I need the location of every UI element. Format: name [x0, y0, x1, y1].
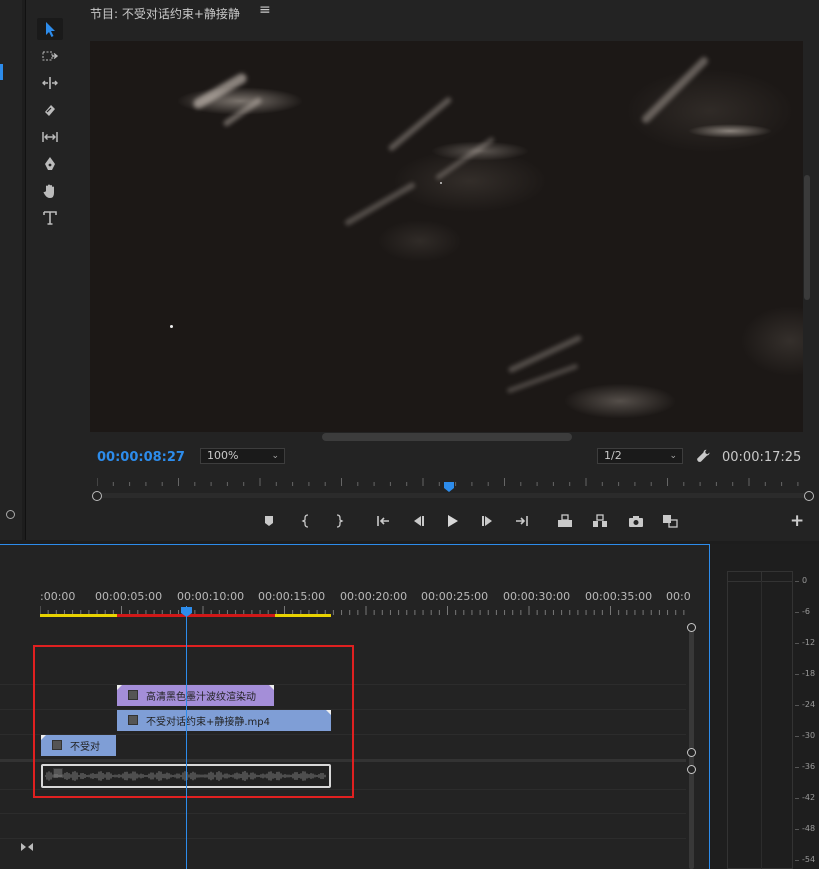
mark-in-button[interactable] — [297, 512, 315, 530]
rendered-segment — [40, 614, 117, 617]
comparison-view-button[interactable] — [661, 512, 679, 530]
mark-out-button[interactable] — [330, 512, 348, 530]
settings-wrench-icon[interactable] — [695, 448, 713, 466]
ruler-label: 00:00:35:00 — [585, 590, 653, 603]
button-editor-add-button[interactable]: + — [790, 511, 804, 531]
export-frame-button[interactable] — [627, 512, 645, 530]
track-select-tool[interactable] — [37, 45, 63, 67]
ruler-label: 00:00:25:00 — [421, 590, 489, 603]
video-preview[interactable] — [90, 41, 803, 432]
monitor-vertical-scrollbar[interactable] — [804, 175, 810, 300]
panel-scroll-handle[interactable] — [6, 510, 15, 519]
mark-out-icon — [336, 514, 344, 528]
hand-icon — [43, 184, 54, 198]
razor-tool[interactable] — [37, 99, 63, 121]
marker-icon — [265, 516, 273, 526]
db-label: -24 — [802, 700, 816, 709]
extract-icon — [593, 514, 607, 527]
type-tool[interactable] — [37, 207, 63, 229]
step-forward-button[interactable] — [479, 512, 497, 530]
play-button[interactable] — [443, 512, 461, 530]
scroll-handle-top[interactable] — [687, 623, 696, 632]
timeline-zoom-icon[interactable] — [20, 841, 34, 856]
highlight-annotation-box — [33, 645, 354, 798]
selection-tool[interactable] — [37, 18, 63, 40]
in-point-handle[interactable] — [92, 491, 102, 501]
ripple-edit-icon — [42, 77, 58, 89]
db-label: -12 — [802, 638, 816, 647]
slip-tool[interactable] — [37, 126, 63, 148]
zoom-level-value: 100% — [207, 449, 239, 462]
chevron-down-icon: ⌄ — [271, 451, 279, 461]
ruler-label: 00:00:05:00 — [95, 590, 163, 603]
pen-icon — [45, 157, 55, 170]
selection-arrow-icon — [46, 22, 55, 37]
monitor-horizontal-scrollbar[interactable] — [322, 433, 572, 441]
monitor-playhead[interactable] — [443, 478, 455, 492]
comparison-view-icon — [663, 515, 678, 528]
tools-panel — [25, 0, 75, 540]
chevron-down-icon: ⌄ — [669, 451, 677, 461]
project-panel-edge — [0, 0, 22, 540]
timeline-ruler[interactable]: :00:00 00:00:05:00 00:00:10:00 00:00:15:00 0… — [40, 590, 700, 604]
camera-icon — [629, 516, 643, 527]
go-to-out-button[interactable] — [513, 512, 531, 530]
go-to-in-button[interactable] — [374, 512, 392, 530]
scroll-handle-audio-top[interactable] — [687, 765, 696, 774]
ruler-label: 00:00:30:00 — [503, 590, 571, 603]
hand-tool[interactable] — [37, 180, 63, 202]
razor-blade-icon — [45, 105, 55, 116]
db-label: -30 — [802, 731, 816, 740]
scroll-handle-video-bottom[interactable] — [687, 748, 696, 757]
duration-timecode: 00:00:17:25 — [722, 450, 802, 465]
db-label: -36 — [802, 762, 816, 771]
slip-icon — [42, 132, 58, 142]
resolution-value: 1/2 — [604, 449, 622, 462]
timeline-playhead-line — [186, 606, 187, 869]
db-label: 0 — [802, 576, 808, 585]
step-back-button[interactable] — [409, 512, 427, 530]
track-select-icon — [42, 51, 59, 61]
mark-in-icon — [301, 514, 309, 528]
zoom-level-select[interactable]: 100% ⌄ — [200, 448, 285, 464]
ruler-label: 00:00:10:00 — [177, 590, 245, 603]
ripple-edit-tool[interactable] — [37, 72, 63, 94]
db-label: -54 — [802, 855, 816, 864]
ruler-label: 00:00:15:00 — [258, 590, 326, 603]
step-back-icon — [414, 516, 424, 526]
step-forward-icon — [482, 516, 492, 526]
lift-icon — [558, 514, 572, 527]
lift-button[interactable] — [556, 512, 574, 530]
playback-resolution-select[interactable]: 1/2 ⌄ — [597, 448, 683, 464]
out-point-handle[interactable] — [804, 491, 814, 501]
track-divider — [0, 813, 686, 814]
db-label: -18 — [802, 669, 816, 678]
unrendered-segment — [117, 614, 275, 617]
audio-meter — [727, 571, 793, 869]
db-label: -42 — [802, 793, 816, 802]
db-label: -6 — [802, 607, 810, 616]
type-icon — [43, 211, 57, 225]
pen-tool[interactable] — [37, 153, 63, 175]
timeline-playhead[interactable] — [180, 603, 193, 617]
ruler-label: 00:00:20:00 — [340, 590, 408, 603]
ruler-label: 00:0 — [666, 590, 691, 603]
panel-tab-indicator — [0, 64, 3, 80]
track-divider — [0, 838, 686, 839]
playhead-timecode[interactable]: 00:00:08:27 — [97, 450, 185, 465]
program-monitor-title[interactable]: 节目: 不受对话约束+静接静 — [90, 5, 240, 22]
add-marker-button[interactable] — [260, 512, 278, 530]
extract-button[interactable] — [591, 512, 609, 530]
monitor-scrub-bar[interactable] — [97, 493, 809, 498]
rendered-segment — [275, 614, 331, 617]
go-to-in-icon — [377, 516, 389, 526]
ruler-label: :00:00 — [40, 590, 76, 603]
db-label: -48 — [802, 824, 816, 833]
play-icon — [448, 515, 458, 527]
panel-menu-icon[interactable]: ≡ — [259, 2, 271, 18]
go-to-out-icon — [516, 516, 528, 526]
